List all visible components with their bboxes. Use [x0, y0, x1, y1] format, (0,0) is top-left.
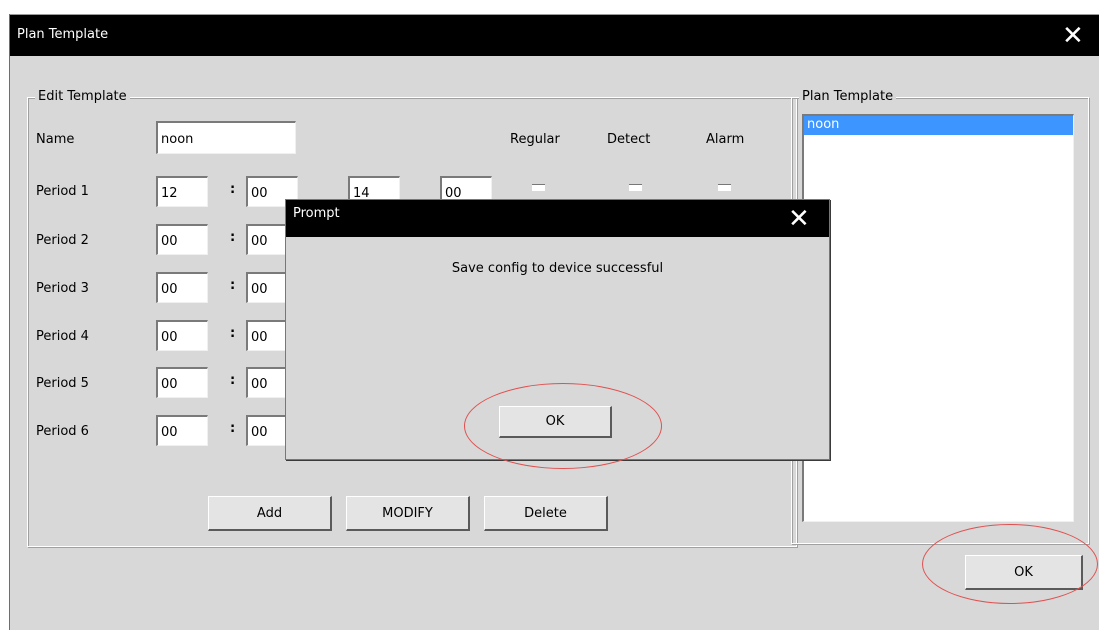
- period-3-label: Period 3: [36, 281, 89, 296]
- period-5-colon: :: [230, 373, 236, 388]
- plan-template-list[interactable]: noon: [802, 114, 1074, 522]
- alarm-column-label: Alarm: [706, 132, 745, 147]
- period-1-detect-checkbox[interactable]: [629, 184, 642, 191]
- period-2-label: Period 2: [36, 233, 89, 248]
- period-6-label: Period 6: [36, 424, 89, 439]
- regular-column-label: Regular: [510, 132, 560, 147]
- period-1-regular-checkbox[interactable]: [532, 184, 545, 191]
- window-titlebar: Plan Template ✕: [10, 14, 1099, 56]
- detect-column-label: Detect: [607, 132, 651, 147]
- add-button[interactable]: Add: [208, 496, 332, 531]
- period-1-label: Period 1: [36, 184, 89, 199]
- prompt-close-icon[interactable]: ✕: [788, 206, 810, 232]
- prompt-title: Prompt: [293, 206, 340, 221]
- period-3-colon: :: [230, 278, 236, 293]
- prompt-message: Save config to device successful: [451, 261, 664, 276]
- period-1-start-hour[interactable]: [156, 176, 208, 207]
- delete-button[interactable]: Delete: [484, 496, 608, 531]
- period-5-start-hour[interactable]: [156, 367, 208, 398]
- modify-button[interactable]: MODIFY: [346, 496, 470, 531]
- prompt-ok-button[interactable]: OK: [499, 406, 612, 438]
- plan-template-legend: Plan Template: [799, 89, 897, 104]
- period-5-label: Period 5: [36, 376, 89, 391]
- period-4-label: Period 4: [36, 329, 89, 344]
- period-4-start-hour[interactable]: [156, 320, 208, 351]
- period-6-start-hour[interactable]: [156, 415, 208, 446]
- window-title: Plan Template: [17, 27, 109, 42]
- name-input[interactable]: [156, 121, 296, 154]
- period-6-colon: :: [230, 421, 236, 436]
- period-2-colon: :: [230, 230, 236, 245]
- ok-button[interactable]: OK: [965, 555, 1083, 590]
- edit-template-legend: Edit Template: [35, 89, 130, 104]
- period-1-colon: :: [230, 182, 236, 197]
- window-close-icon[interactable]: ✕: [1062, 23, 1084, 49]
- prompt-dialog: Prompt ✕ Save config to device successfu…: [285, 199, 830, 460]
- period-4-colon: :: [230, 326, 236, 341]
- period-3-start-hour[interactable]: [156, 272, 208, 303]
- prompt-titlebar: Prompt ✕: [286, 200, 829, 237]
- period-1-alarm-checkbox[interactable]: [718, 184, 731, 191]
- period-2-start-hour[interactable]: [156, 224, 208, 255]
- plan-template-list-item[interactable]: noon: [804, 116, 1073, 135]
- name-label: Name: [36, 132, 75, 147]
